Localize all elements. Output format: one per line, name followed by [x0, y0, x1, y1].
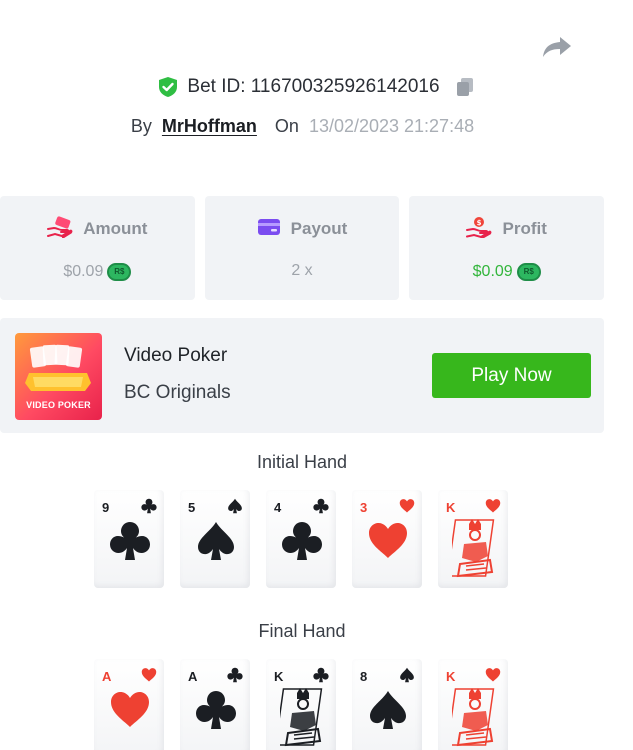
clubs-icon [196, 691, 236, 729]
amount-label: Amount [83, 219, 148, 238]
by-label: By [130, 116, 152, 136]
clubs-icon [282, 522, 322, 560]
spades-icon [400, 667, 414, 683]
bet-meta-row: By MrHoffman On 13/02/2023 21:27:48 [0, 116, 605, 137]
card-rank: 8 [360, 669, 368, 684]
card-rank: A [102, 669, 112, 684]
username-link[interactable]: MrHoffman [162, 116, 257, 137]
game-name: Video Poker [124, 345, 228, 366]
clubs-icon [110, 522, 150, 560]
clubs-icon [227, 667, 243, 683]
spades-icon [228, 498, 242, 514]
hearts-icon [485, 668, 501, 682]
shield-check-icon [157, 76, 179, 98]
profit-panel: $ Profit $0.09 R$ [409, 196, 605, 300]
bet-id-text: Bet ID: 116700325926142016 [187, 76, 440, 97]
final-hand: A A K 8 K [94, 659, 508, 750]
payout-label: Payout [290, 219, 348, 238]
share-icon[interactable] [540, 32, 574, 62]
final-hand-title: Final Hand [258, 621, 346, 641]
initial-hand: 9 5 4 3 K [94, 490, 508, 588]
initial-card-3: 4 [266, 490, 336, 588]
card-rank: 4 [274, 500, 282, 515]
initial-card-1: 9 [94, 490, 164, 588]
payout-panel: Payout 2 x [204, 196, 400, 300]
initial-card-4: 3 [352, 490, 422, 588]
payout-value: 2 x [291, 261, 313, 279]
final-card-5: K [438, 659, 508, 750]
hearts-icon [399, 499, 415, 513]
thumbnail-label: VIDEO POKER [26, 400, 91, 410]
final-card-2: A [180, 659, 250, 750]
profit-hand-icon: $ [466, 216, 492, 243]
final-card-3: K [266, 659, 336, 750]
initial-card-5: K [438, 490, 508, 588]
initial-card-2: 5 [180, 490, 250, 588]
play-now-button[interactable]: Play Now [432, 353, 591, 398]
card-rank: A [188, 669, 198, 684]
spades-icon [370, 691, 406, 729]
copy-icon[interactable] [454, 76, 476, 98]
bet-id-row: Bet ID: 116700325926142016 [0, 76, 633, 98]
profit-value: $0.09 [472, 262, 513, 280]
profit-label: Profit [502, 219, 547, 238]
final-card-1: A [94, 659, 164, 750]
bet-stats: Amount $0.09 R$ Payout 2 x $ Profit $0.0… [0, 196, 605, 300]
on-label: On [274, 116, 299, 136]
bet-date: 13/02/2023 21:27:48 [308, 116, 475, 136]
card-rank: K [446, 500, 456, 515]
game-provider: BC Originals [124, 382, 231, 403]
hearts-icon [369, 523, 407, 558]
card-icon [257, 217, 281, 242]
clubs-icon [141, 498, 157, 514]
hearts-icon [111, 692, 149, 727]
amount-panel: Amount $0.09 R$ [0, 196, 195, 300]
clubs-icon [313, 667, 329, 683]
spades-icon [198, 522, 234, 560]
hearts-icon [485, 499, 501, 513]
card-rank: 5 [188, 500, 196, 515]
clubs-icon [313, 498, 329, 514]
initial-hand-title: Initial Hand [256, 452, 348, 472]
coin-icon: R$ [107, 262, 132, 281]
final-card-4: 8 [352, 659, 422, 750]
card-rank: K [274, 669, 284, 684]
amount-value: $0.09 [63, 262, 104, 280]
card-rank: 3 [360, 500, 368, 515]
card-rank: K [446, 669, 456, 684]
card-rank: 9 [102, 500, 110, 515]
svg-text:$: $ [477, 219, 482, 227]
money-hand-icon [47, 215, 73, 243]
game-thumbnail[interactable]: VIDEO POKER [15, 333, 102, 420]
coin-icon: R$ [516, 262, 541, 281]
hearts-icon [141, 668, 157, 682]
